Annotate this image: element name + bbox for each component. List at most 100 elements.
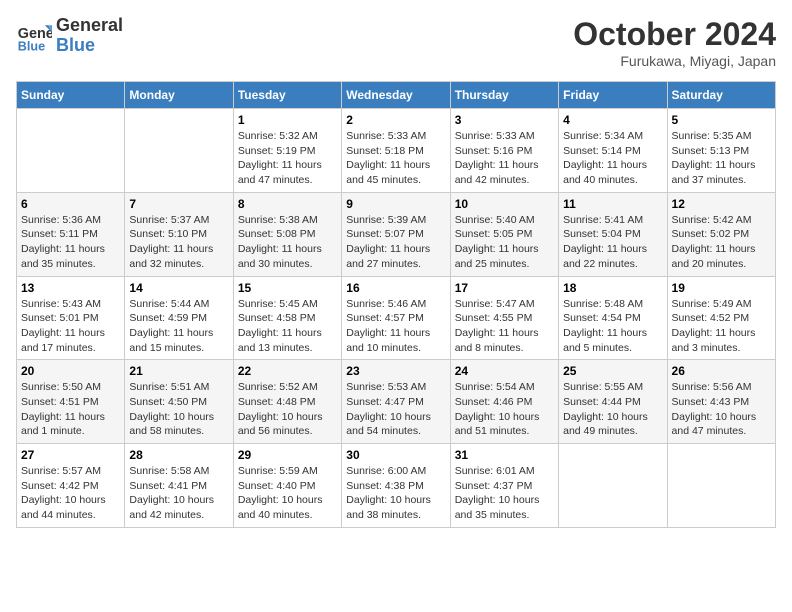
calendar-cell (667, 444, 775, 528)
day-number: 8 (238, 197, 337, 211)
day-number: 13 (21, 281, 120, 295)
calendar-cell: 30 Sunrise: 6:00 AMSunset: 4:38 PMDayligh… (342, 444, 450, 528)
day-info: Sunrise: 5:45 AMSunset: 4:58 PMDaylight:… (238, 297, 337, 356)
calendar-cell: 19 Sunrise: 5:49 AMSunset: 4:52 PMDayligh… (667, 276, 775, 360)
calendar-cell (559, 444, 667, 528)
day-info: Sunrise: 5:52 AMSunset: 4:48 PMDaylight:… (238, 380, 337, 439)
day-number: 25 (563, 364, 662, 378)
week-row-5: 27Sunrise: 5:57 AMSunset: 4:42 PMDayligh… (17, 444, 776, 528)
calendar-cell: 3Sunrise: 5:33 AMSunset: 5:16 PMDaylight… (450, 109, 558, 193)
day-info: Sunrise: 5:46 AMSunset: 4:57 PMDaylight:… (346, 297, 445, 356)
weekday-header-thursday: Thursday (450, 82, 558, 109)
day-number: 29 (238, 448, 337, 462)
day-info: Sunrise: 5:37 AMSunset: 5:10 PMDaylight:… (129, 213, 228, 272)
week-row-3: 13 Sunrise: 5:43 AMSunset: 5:01 PMDayligh… (17, 276, 776, 360)
day-number: 4 (563, 113, 662, 127)
day-info: Sunrise: 5:49 AMSunset: 4:52 PMDaylight:… (672, 297, 771, 356)
calendar-cell: 8 Sunrise: 5:38 AMSunset: 5:08 PMDaylight… (233, 192, 341, 276)
day-number: 15 (238, 281, 337, 295)
logo-line1: General (56, 16, 123, 36)
logo: General Blue General Blue (16, 16, 123, 56)
weekday-header-row: SundayMondayTuesdayWednesdayThursdayFrid… (17, 82, 776, 109)
calendar-table: SundayMondayTuesdayWednesdayThursdayFrid… (16, 81, 776, 528)
calendar-cell: 13 Sunrise: 5:43 AMSunset: 5:01 PMDayligh… (17, 276, 125, 360)
calendar-cell: 18 Sunrise: 5:48 AMSunset: 4:54 PMDayligh… (559, 276, 667, 360)
logo-wordmark: General Blue (56, 16, 123, 56)
day-number: 26 (672, 364, 771, 378)
day-info: Sunrise: 5:33 AMSunset: 5:18 PMDaylight:… (346, 129, 445, 188)
day-info: Sunrise: 5:56 AMSunset: 4:43 PMDaylight:… (672, 380, 771, 439)
calendar-cell: 28Sunrise: 5:58 AMSunset: 4:41 PMDayligh… (125, 444, 233, 528)
calendar-cell: 15 Sunrise: 5:45 AMSunset: 4:58 PMDayligh… (233, 276, 341, 360)
calendar-cell: 4 Sunrise: 5:34 AMSunset: 5:14 PMDaylight… (559, 109, 667, 193)
day-info: Sunrise: 5:48 AMSunset: 4:54 PMDaylight:… (563, 297, 662, 356)
weekday-header-monday: Monday (125, 82, 233, 109)
day-info: Sunrise: 5:39 AMSunset: 5:07 PMDaylight:… (346, 213, 445, 272)
day-info: Sunrise: 5:59 AMSunset: 4:40 PMDaylight:… (238, 464, 337, 523)
calendar-cell: 11 Sunrise: 5:41 AMSunset: 5:04 PMDayligh… (559, 192, 667, 276)
day-number: 22 (238, 364, 337, 378)
logo-line2: Blue (56, 36, 123, 56)
day-info: Sunrise: 5:50 AMSunset: 4:51 PMDaylight:… (21, 380, 120, 439)
day-number: 6 (21, 197, 120, 211)
calendar-location: Furukawa, Miyagi, Japan (573, 53, 776, 69)
day-info: Sunrise: 5:38 AMSunset: 5:08 PMDaylight:… (238, 213, 337, 272)
weekday-header-saturday: Saturday (667, 82, 775, 109)
weekday-header-friday: Friday (559, 82, 667, 109)
day-number: 2 (346, 113, 445, 127)
day-number: 14 (129, 281, 228, 295)
calendar-cell (125, 109, 233, 193)
calendar-cell: 31Sunrise: 6:01 AMSunset: 4:37 PMDayligh… (450, 444, 558, 528)
day-number: 10 (455, 197, 554, 211)
day-number: 28 (129, 448, 228, 462)
day-info: Sunrise: 5:40 AMSunset: 5:05 PMDaylight:… (455, 213, 554, 272)
day-info: Sunrise: 5:51 AMSunset: 4:50 PMDaylight:… (129, 380, 228, 439)
day-info: Sunrise: 5:57 AMSunset: 4:42 PMDaylight:… (21, 464, 120, 523)
calendar-cell: 10 Sunrise: 5:40 AMSunset: 5:05 PMDayligh… (450, 192, 558, 276)
calendar-cell: 16Sunrise: 5:46 AMSunset: 4:57 PMDayligh… (342, 276, 450, 360)
title-block: October 2024 Furukawa, Miyagi, Japan (573, 16, 776, 69)
day-info: Sunrise: 6:00 AMSunset: 4:38 PMDaylight:… (346, 464, 445, 523)
day-info: Sunrise: 5:34 AMSunset: 5:14 PMDaylight:… (563, 129, 662, 188)
day-number: 11 (563, 197, 662, 211)
day-number: 9 (346, 197, 445, 211)
day-info: Sunrise: 5:55 AMSunset: 4:44 PMDaylight:… (563, 380, 662, 439)
day-number: 23 (346, 364, 445, 378)
day-info: Sunrise: 5:41 AMSunset: 5:04 PMDaylight:… (563, 213, 662, 272)
calendar-cell: 2 Sunrise: 5:33 AMSunset: 5:18 PMDaylight… (342, 109, 450, 193)
day-info: Sunrise: 5:44 AMSunset: 4:59 PMDaylight:… (129, 297, 228, 356)
calendar-cell: 25 Sunrise: 5:55 AMSunset: 4:44 PMDayligh… (559, 360, 667, 444)
calendar-cell: 26 Sunrise: 5:56 AMSunset: 4:43 PMDayligh… (667, 360, 775, 444)
calendar-cell: 29 Sunrise: 5:59 AMSunset: 4:40 PMDayligh… (233, 444, 341, 528)
day-info: Sunrise: 5:33 AMSunset: 5:16 PMDaylight:… (455, 129, 554, 188)
week-row-4: 20Sunrise: 5:50 AMSunset: 4:51 PMDayligh… (17, 360, 776, 444)
weekday-header-tuesday: Tuesday (233, 82, 341, 109)
calendar-cell: 1Sunrise: 5:32 AMSunset: 5:19 PMDaylight… (233, 109, 341, 193)
day-info: Sunrise: 5:53 AMSunset: 4:47 PMDaylight:… (346, 380, 445, 439)
day-number: 24 (455, 364, 554, 378)
day-info: Sunrise: 5:43 AMSunset: 5:01 PMDaylight:… (21, 297, 120, 356)
day-number: 19 (672, 281, 771, 295)
calendar-cell: 27Sunrise: 5:57 AMSunset: 4:42 PMDayligh… (17, 444, 125, 528)
day-number: 12 (672, 197, 771, 211)
week-row-1: 1Sunrise: 5:32 AMSunset: 5:19 PMDaylight… (17, 109, 776, 193)
calendar-cell: 24 Sunrise: 5:54 AMSunset: 4:46 PMDayligh… (450, 360, 558, 444)
day-info: Sunrise: 5:47 AMSunset: 4:55 PMDaylight:… (455, 297, 554, 356)
calendar-cell: 12Sunrise: 5:42 AMSunset: 5:02 PMDayligh… (667, 192, 775, 276)
calendar-cell (17, 109, 125, 193)
day-number: 18 (563, 281, 662, 295)
calendar-cell: 7Sunrise: 5:37 AMSunset: 5:10 PMDaylight… (125, 192, 233, 276)
week-row-2: 6 Sunrise: 5:36 AMSunset: 5:11 PMDaylight… (17, 192, 776, 276)
calendar-cell: 5 Sunrise: 5:35 AMSunset: 5:13 PMDaylight… (667, 109, 775, 193)
day-info: Sunrise: 5:36 AMSunset: 5:11 PMDaylight:… (21, 213, 120, 272)
weekday-header-sunday: Sunday (17, 82, 125, 109)
day-info: Sunrise: 5:35 AMSunset: 5:13 PMDaylight:… (672, 129, 771, 188)
day-number: 30 (346, 448, 445, 462)
day-number: 5 (672, 113, 771, 127)
calendar-cell: 17Sunrise: 5:47 AMSunset: 4:55 PMDayligh… (450, 276, 558, 360)
calendar-cell: 21Sunrise: 5:51 AMSunset: 4:50 PMDayligh… (125, 360, 233, 444)
calendar-cell: 20Sunrise: 5:50 AMSunset: 4:51 PMDayligh… (17, 360, 125, 444)
calendar-cell: 22 Sunrise: 5:52 AMSunset: 4:48 PMDayligh… (233, 360, 341, 444)
calendar-cell: 6 Sunrise: 5:36 AMSunset: 5:11 PMDaylight… (17, 192, 125, 276)
day-info: Sunrise: 5:54 AMSunset: 4:46 PMDaylight:… (455, 380, 554, 439)
